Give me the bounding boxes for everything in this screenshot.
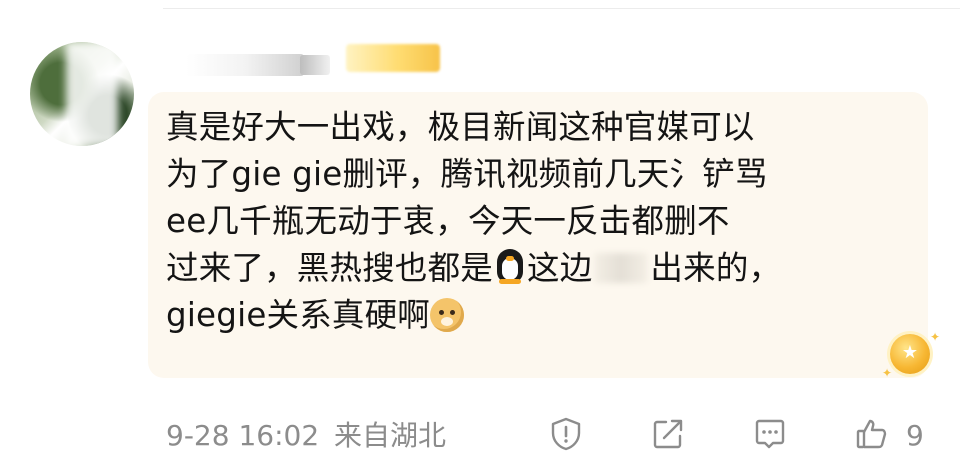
- location: 来自湖北: [334, 419, 447, 452]
- top-divider: [163, 8, 960, 9]
- fan-badge[interactable]: [346, 44, 440, 72]
- comment-line: 真是好大一出戏，极目新闻这种官媒可以: [166, 108, 755, 146]
- report-button[interactable]: [546, 414, 586, 454]
- sparkle-icon: ✦: [882, 366, 893, 380]
- comment-line: giegie关系真硬啊: [166, 296, 431, 334]
- report-shield-icon: [551, 417, 581, 451]
- thumbs-up-icon: [856, 419, 887, 449]
- avatar[interactable]: [30, 42, 134, 146]
- gold-level-badge: ✦ ✦ ★: [880, 330, 940, 382]
- comment-line: 过来了，黑热搜也都是: [166, 249, 494, 287]
- comment-meta: 9-28 16:02 来自湖北: [166, 416, 452, 456]
- sparkle-icon: ✦: [930, 330, 941, 344]
- comment-line: 出来的，: [650, 249, 782, 287]
- username-blur: [300, 55, 330, 75]
- like-button[interactable]: [852, 414, 892, 454]
- star-icon: ★: [901, 342, 919, 363]
- share-button[interactable]: [648, 414, 688, 454]
- comment-line: 这边: [527, 249, 593, 287]
- penguin-emoji: [493, 247, 527, 285]
- blurred-text: [594, 253, 649, 283]
- comment-line: 为了gie gie删评，腾讯视频前几天氵铲骂: [166, 155, 768, 193]
- timestamp: 9-28 16:02: [166, 419, 320, 452]
- like-count: 9: [906, 419, 924, 452]
- share-edit-icon: [653, 419, 683, 449]
- comment-text: 真是好大一出戏，极目新闻这种官媒可以 为了gie gie删评，腾讯视频前几天氵铲…: [166, 104, 906, 339]
- reply-comment-icon: [755, 419, 785, 449]
- reply-button[interactable]: [750, 414, 790, 454]
- comment-line: ee几千瓶无动于衷，今天一反击都删不: [166, 202, 730, 240]
- doge-emoji: [430, 298, 465, 332]
- username[interactable]: [186, 54, 304, 76]
